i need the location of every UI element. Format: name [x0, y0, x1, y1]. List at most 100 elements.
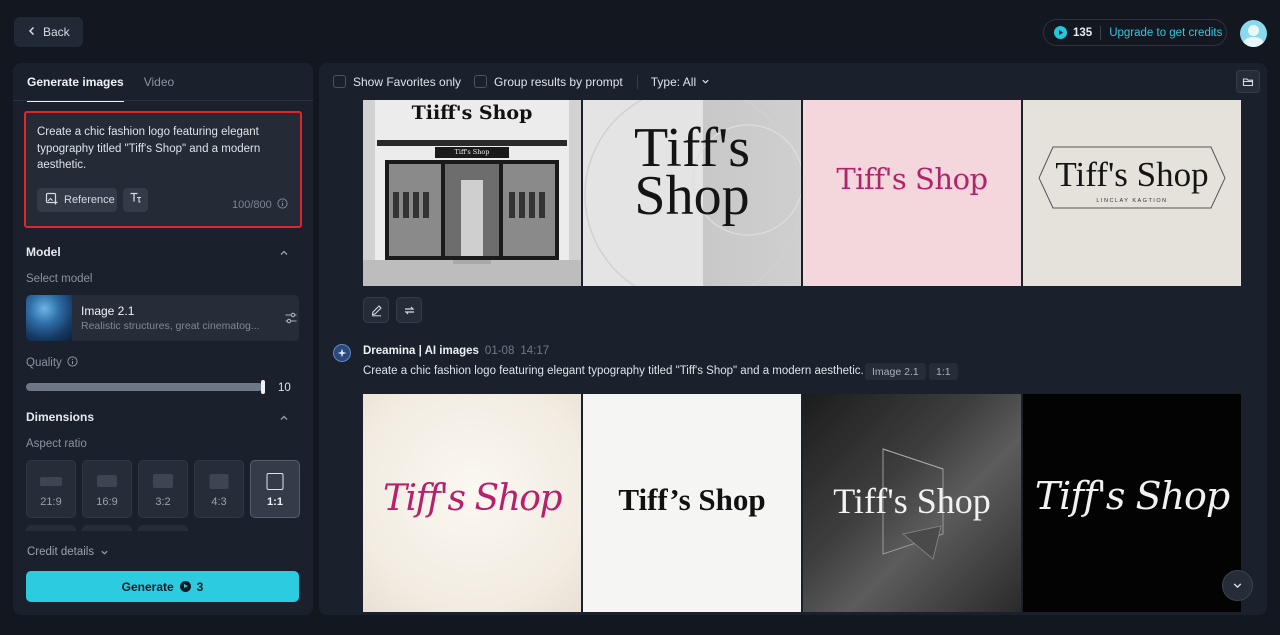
folder-button[interactable] — [1236, 70, 1260, 93]
credit-coin-icon — [179, 581, 191, 592]
logo-text: Tiff's Shop — [382, 478, 563, 519]
ratio-option-partial[interactable] — [138, 525, 188, 531]
generate-button[interactable]: Generate 3 — [26, 571, 299, 602]
ratio-21-9-button[interactable]: 21:9 — [26, 460, 76, 518]
image-add-icon — [45, 192, 58, 208]
regenerate-button[interactable] — [396, 297, 422, 323]
avatar[interactable] — [1240, 20, 1267, 47]
results-panel: Show Favorites only Group results by pro… — [319, 63, 1267, 615]
credit-details-label: Credit details — [27, 546, 95, 558]
text-style-button[interactable] — [123, 188, 148, 212]
generation-header: Dreamina | AI images 01-08 14:17 — [363, 345, 549, 357]
ratio-label: 1:1 — [267, 496, 283, 508]
logo-text: Tiff's Shop — [836, 162, 988, 196]
text-format-icon — [129, 191, 142, 209]
ratio-option-partial[interactable] — [82, 525, 132, 531]
type-label: Type: All — [650, 74, 697, 89]
group-label: Group results by prompt — [494, 74, 623, 89]
chevron-up-icon[interactable] — [279, 248, 289, 258]
ratio-label: 21:9 — [40, 496, 62, 508]
credit-details-toggle[interactable]: Credit details — [27, 546, 109, 558]
filter-bar: Show Favorites only Group results by pro… — [319, 63, 1267, 100]
scroll-down-button[interactable] — [1222, 570, 1253, 601]
select-model-label: Select model — [26, 273, 93, 285]
prompt-text[interactable]: Create a chic fashion logo featuring ele… — [37, 124, 287, 174]
result-image[interactable]: Tiff's Shop — [583, 100, 801, 286]
back-button[interactable]: Back — [14, 17, 83, 47]
storefront-title: Tiiff's Shop — [411, 102, 533, 124]
tab-generate-images[interactable]: Generate images — [27, 75, 124, 102]
dreamina-logo-icon — [333, 344, 351, 362]
credit-coin-icon — [1054, 26, 1067, 39]
aspect-ratio-label: Aspect ratio — [26, 438, 87, 450]
model-section-title[interactable]: Model — [26, 245, 61, 259]
result-image[interactable]: Tiff's Shop — [1023, 394, 1241, 612]
sliders-icon[interactable] — [284, 311, 298, 325]
logo-text: Tiff's Shop — [833, 481, 991, 521]
tabs-divider — [13, 100, 313, 101]
type-dropdown[interactable]: Type: All — [651, 75, 710, 89]
reference-label: Reference — [64, 194, 115, 206]
model-name: Image 2.1 — [81, 304, 135, 318]
quality-slider-handle[interactable] — [261, 380, 265, 394]
result-image[interactable]: Tiff’s Shop — [583, 394, 801, 612]
checkbox[interactable] — [474, 75, 488, 88]
checkbox[interactable] — [333, 75, 346, 88]
upgrade-link[interactable]: Upgrade to get credits — [1109, 27, 1222, 39]
prompt-input[interactable]: Create a chic fashion logo featuring ele… — [24, 111, 302, 228]
tab-video[interactable]: Video — [144, 75, 174, 102]
quality-label-text: Quality — [26, 357, 62, 369]
pencil-icon — [371, 304, 382, 316]
credits-pill[interactable]: 135 Upgrade to get credits — [1043, 19, 1227, 46]
logo-text: Tiff’s Shop — [618, 482, 766, 517]
generation-date: 01-08 — [484, 345, 515, 357]
model-thumbnail — [26, 295, 72, 341]
folder-icon — [1242, 77, 1254, 86]
ratio-3-2-button[interactable]: 3:2 — [138, 460, 188, 518]
ratio-4-3-button[interactable]: 4:3 — [194, 460, 244, 518]
chevron-down-icon — [1233, 583, 1242, 589]
info-icon[interactable] — [277, 198, 288, 212]
generate-label: Generate — [121, 579, 174, 594]
edit-button[interactable] — [363, 297, 389, 323]
ratio-label: 16:9 — [96, 496, 118, 508]
chevron-down-icon — [702, 79, 709, 84]
credits-count: 135 — [1073, 26, 1093, 39]
result-image[interactable]: Tiff's Shop — [363, 394, 581, 612]
ratio-16-9-button[interactable]: 16:9 — [82, 460, 132, 518]
ratio-option-partial[interactable] — [26, 525, 76, 531]
char-count: 100/800 — [232, 198, 288, 212]
model-selector[interactable]: Image 2.1 Realistic structures, great ci… — [26, 295, 299, 341]
favorites-label: Show Favorites only — [353, 74, 462, 89]
logo-text: Tiff's Shop — [1034, 474, 1230, 518]
chevron-left-icon — [27, 25, 37, 39]
generation-time: 14:17 — [520, 345, 550, 357]
result-image[interactable]: Tiiff's Shop Tiff's Shop — [363, 100, 581, 286]
logo-line-2: Shop — [634, 165, 750, 227]
quality-label: Quality — [26, 356, 78, 370]
model-description: Realistic structures, great cinematog... — [81, 320, 260, 332]
ratio-label: 3:2 — [155, 496, 171, 508]
favorites-filter[interactable]: Show Favorites only — [333, 75, 461, 89]
quality-slider[interactable] — [26, 383, 263, 391]
group-filter[interactable]: Group results by prompt — [474, 75, 623, 89]
repeat-icon — [404, 306, 414, 314]
ratio-1-1-button[interactable]: 1:1 — [250, 460, 300, 518]
result-image[interactable]: Tiff's Shop — [803, 394, 1021, 612]
info-icon[interactable] — [67, 356, 78, 370]
char-count-value: 100/800 — [232, 199, 272, 211]
result-image[interactable]: Tiff's Shop LINCLAY KAGTION — [1023, 100, 1241, 286]
left-panel: Generate images Video Create a chic fash… — [13, 63, 313, 615]
dimensions-section-title[interactable]: Dimensions — [26, 410, 94, 424]
divider — [636, 74, 638, 89]
storefront-sign: Tiff's Shop — [454, 148, 490, 156]
reference-button[interactable]: Reference — [37, 188, 117, 212]
chevron-down-icon — [101, 550, 108, 555]
divider — [1100, 25, 1102, 40]
generation-author: Dreamina | AI images — [363, 345, 479, 357]
generation-prompt[interactable]: Create a chic fashion logo featuring ele… — [363, 365, 864, 377]
model-tag: Image 2.1 — [865, 363, 926, 380]
chevron-up-icon[interactable] — [279, 413, 289, 423]
result-image[interactable]: Tiff's Shop — [803, 100, 1021, 286]
back-label: Back — [43, 25, 70, 39]
